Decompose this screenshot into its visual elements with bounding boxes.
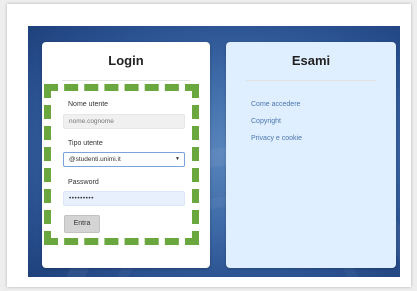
username-input[interactable]: [63, 114, 185, 129]
link-come-accedere[interactable]: Come accedere: [251, 101, 300, 108]
password-label: Password: [68, 179, 99, 186]
chevron-down-icon: ▼: [175, 156, 180, 162]
exams-title: Esami: [291, 53, 331, 68]
username-label: Nome utente: [68, 101, 109, 108]
login-divider: [62, 80, 190, 81]
link-copyright[interactable]: Copyright: [251, 118, 281, 125]
login-card: Login Nome utente Tipo utente @studenti.…: [42, 42, 210, 268]
password-input[interactable]: •••••••••: [63, 191, 185, 206]
exams-card: Esami Come accedere Copyright Privacy e …: [226, 42, 396, 268]
user-type-value: @studenti.unimi.it: [69, 156, 121, 163]
exams-divider: [246, 80, 376, 81]
user-type-label: Tipo utente: [68, 140, 103, 147]
login-button[interactable]: Entra: [64, 215, 100, 233]
link-privacy-cookie[interactable]: Privacy e cookie: [251, 135, 302, 142]
login-title: Login: [108, 53, 144, 68]
user-type-select[interactable]: @studenti.unimi.it ▼: [63, 152, 185, 167]
